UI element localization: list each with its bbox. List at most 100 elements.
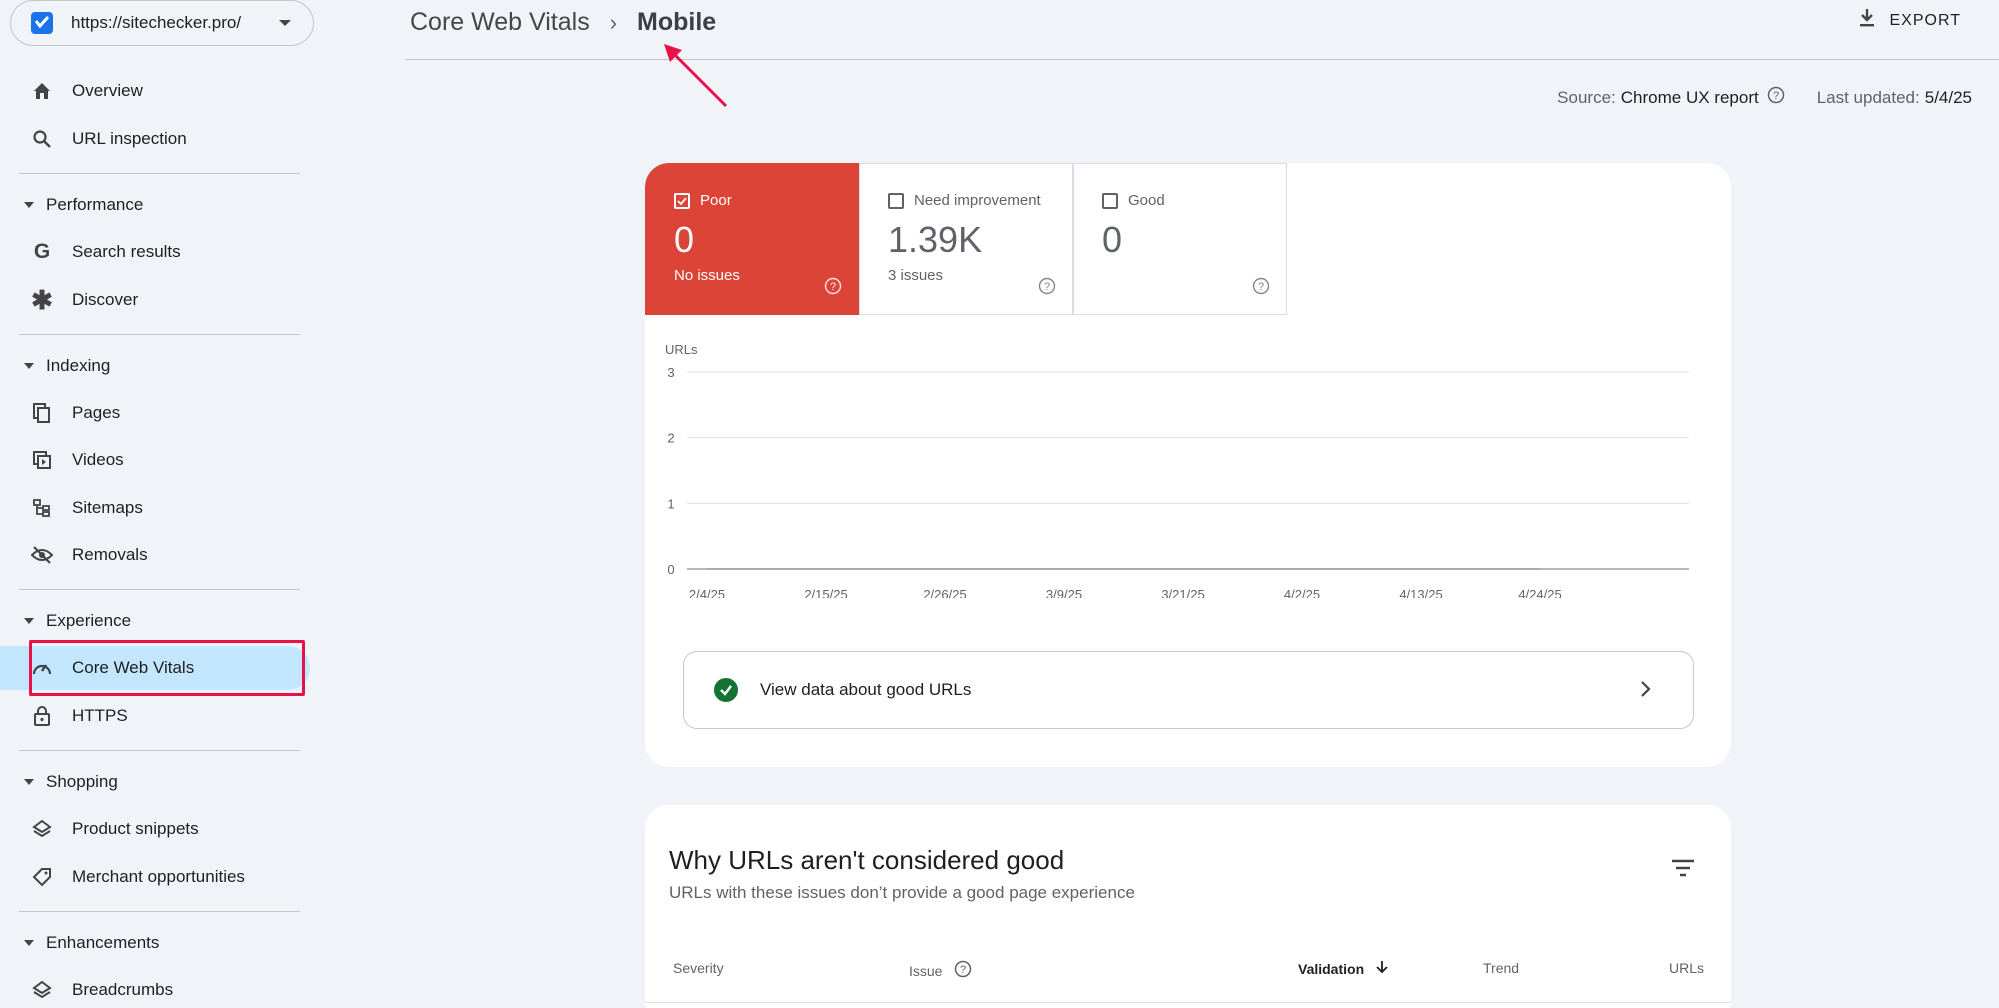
export-button[interactable]: EXPORT bbox=[1858, 8, 1962, 33]
breadcrumb-current: Mobile bbox=[637, 8, 717, 36]
sidebar-item-label: Discover bbox=[72, 290, 139, 309]
x-tick-label: 3/9/25 bbox=[1046, 587, 1082, 598]
x-tick-label: 2/4/25 bbox=[689, 587, 725, 598]
sidebar-section-indexing[interactable]: Indexing bbox=[0, 344, 310, 388]
sidebar-item-videos[interactable]: Videos bbox=[0, 438, 310, 482]
section-label: Indexing bbox=[46, 356, 111, 375]
sidebar-section-experience[interactable]: Experience bbox=[0, 599, 310, 643]
section-label: Shopping bbox=[46, 772, 118, 791]
tile-label: Good bbox=[1128, 192, 1165, 209]
y-tick-label: 2 bbox=[667, 431, 674, 446]
sitechecker-logo-icon bbox=[31, 12, 53, 34]
caret-down-icon bbox=[24, 618, 34, 624]
tile-value: 0 bbox=[674, 219, 695, 260]
help-icon[interactable]: ? bbox=[954, 960, 972, 981]
report-meta: Source: Chrome UX report ? Last updated:… bbox=[1557, 86, 1972, 109]
urls-chart: URLs 0 1 2 3 2/4/25 2/15/25 2/26/25 3/9/25 3/21/2… bbox=[665, 342, 1689, 598]
property-selector[interactable]: https://sitechecker.pro/ bbox=[10, 0, 314, 46]
issues-subtitle: URLs with these issues don’t provide a g… bbox=[669, 883, 1135, 902]
asterisk-icon: ✱ bbox=[31, 284, 53, 315]
column-header-trend[interactable]: Trend bbox=[1483, 960, 1519, 976]
chevron-right-icon bbox=[1639, 680, 1651, 703]
property-url: https://sitechecker.pro/ bbox=[71, 13, 242, 32]
tile-label: Poor bbox=[700, 192, 732, 209]
tile-poor[interactable]: Poor 0 No issues ? bbox=[645, 163, 859, 315]
issues-title: Why URLs aren't considered good bbox=[669, 845, 1065, 875]
checkbox-icon[interactable] bbox=[888, 192, 904, 209]
divider bbox=[19, 334, 300, 335]
sidebar-section-performance[interactable]: Performance bbox=[0, 183, 310, 227]
sidebar-item-sitemaps[interactable]: Sitemaps bbox=[0, 486, 310, 530]
search-icon bbox=[30, 127, 54, 151]
sidebar-item-label: Overview bbox=[72, 81, 143, 100]
divider bbox=[19, 750, 300, 751]
tile-label: Need improvement bbox=[914, 192, 1041, 209]
sidebar-item-label: Removals bbox=[72, 545, 148, 564]
section-label: Performance bbox=[46, 195, 144, 214]
sidebar-item-product-snippets[interactable]: Product snippets bbox=[0, 807, 310, 851]
help-icon[interactable]: ? bbox=[824, 277, 842, 300]
column-header-validation[interactable]: Validation bbox=[1298, 960, 1388, 977]
sidebar-section-shopping[interactable]: Shopping bbox=[0, 760, 310, 804]
chevron-right-icon: › bbox=[609, 9, 618, 35]
source-value: Chrome UX report bbox=[1620, 87, 1759, 107]
help-icon[interactable]: ? bbox=[1038, 277, 1056, 300]
chevron-down-icon[interactable] bbox=[279, 20, 291, 26]
updated-label: Last updated: bbox=[1816, 87, 1920, 107]
checkbox-checked-icon[interactable] bbox=[674, 192, 690, 209]
y-tick-label: 0 bbox=[667, 562, 674, 577]
sidebar-item-search-results[interactable]: G Search results bbox=[0, 230, 310, 274]
sidebar-item-merchant-opportunities[interactable]: Merchant opportunities bbox=[0, 855, 310, 899]
sidebar-section-enhancements[interactable]: Enhancements bbox=[0, 921, 310, 965]
arrow-down-icon bbox=[1376, 960, 1388, 977]
x-tick-label: 3/21/25 bbox=[1161, 587, 1204, 598]
svg-text:?: ? bbox=[1773, 90, 1779, 102]
view-good-urls-button[interactable]: View data about good URLs bbox=[683, 651, 1694, 729]
sidebar-item-label: Pages bbox=[72, 403, 121, 422]
x-tick-label: 2/26/25 bbox=[923, 587, 966, 598]
sidebar-item-label: HTTPS bbox=[72, 706, 128, 725]
section-label: Experience bbox=[46, 611, 132, 630]
google-g-icon: G bbox=[33, 240, 51, 263]
sidebar-item-label: Videos bbox=[72, 450, 124, 469]
caret-down-icon bbox=[24, 779, 34, 785]
home-icon bbox=[30, 79, 54, 103]
tile-value: 1.39K bbox=[888, 219, 983, 260]
sidebar-item-pages[interactable]: Pages bbox=[0, 391, 310, 435]
layers-icon bbox=[30, 817, 54, 841]
x-tick-label: 4/24/25 bbox=[1518, 587, 1561, 598]
section-label: Enhancements bbox=[46, 933, 160, 952]
sidebar-item-label: Search results bbox=[72, 242, 181, 261]
lock-icon bbox=[30, 704, 54, 728]
sidebar-item-discover[interactable]: ✱ Discover bbox=[0, 278, 310, 322]
svg-text:?: ? bbox=[1044, 281, 1050, 293]
y-axis-label: URLs bbox=[665, 342, 698, 357]
pages-icon bbox=[30, 401, 54, 425]
column-label: URLs bbox=[1669, 960, 1705, 976]
sidebar-item-breadcrumbs[interactable]: Breadcrumbs bbox=[0, 968, 310, 1008]
column-header-urls[interactable]: URLs bbox=[1669, 960, 1704, 976]
annotation-arrow bbox=[664, 44, 728, 108]
sidebar-item-https[interactable]: HTTPS bbox=[0, 694, 310, 738]
column-header-severity[interactable]: Severity bbox=[673, 960, 724, 976]
x-tick-label: 4/2/25 bbox=[1284, 587, 1320, 598]
tile-good[interactable]: Good 0 ? bbox=[1073, 163, 1287, 315]
help-icon[interactable]: ? bbox=[1767, 86, 1785, 109]
sidebar-item-url-inspection[interactable]: URL inspection bbox=[0, 117, 310, 161]
caret-down-icon bbox=[24, 202, 34, 208]
column-label: Severity bbox=[673, 960, 724, 976]
checkbox-icon[interactable] bbox=[1102, 192, 1118, 209]
issues-card: Why URLs aren't considered good URLs wit… bbox=[645, 805, 1731, 1008]
svg-text:?: ? bbox=[830, 281, 836, 293]
sidebar-item-overview[interactable]: Overview bbox=[0, 69, 310, 113]
breadcrumb-parent[interactable]: Core Web Vitals bbox=[410, 8, 590, 37]
filter-icon[interactable] bbox=[1671, 859, 1695, 882]
video-icon bbox=[30, 448, 54, 472]
help-icon[interactable]: ? bbox=[1252, 277, 1270, 300]
sidebar-item-removals[interactable]: Removals bbox=[0, 533, 310, 577]
source-label: Source: bbox=[1557, 87, 1616, 107]
sidebar-item-label: Product snippets bbox=[72, 819, 199, 838]
sidebar-item-label: URL inspection bbox=[72, 129, 187, 148]
tile-need-improvement[interactable]: Need improvement 1.39K 3 issues ? bbox=[859, 163, 1073, 315]
column-header-issue[interactable]: Issue ? bbox=[909, 960, 972, 981]
